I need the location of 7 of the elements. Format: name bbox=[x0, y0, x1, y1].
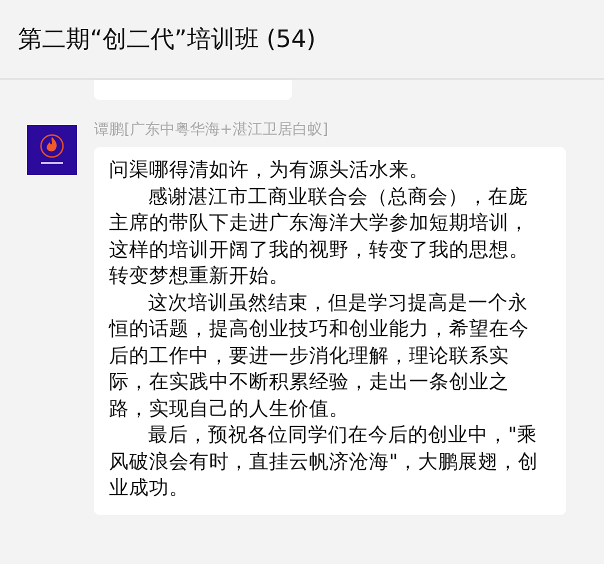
sender-name: 谭鹏[广东中粤华海+湛江卫居白蚁] bbox=[94, 120, 330, 139]
message-text: 感谢湛江市工商业联合会（总商会），在庞主席的带队下走进广东海洋大学参加短期培训，这样的培训开阔了我的视野，转变了我的思想。转变梦想重新开始。 bbox=[109, 184, 530, 289]
message-text: 最后，预祝各位同学们在今后的创业中，"乘风破浪会有时，直挂云帆济沧海"，大鹏展翅，创业成功。 bbox=[109, 422, 539, 501]
message-text: 问渠哪得清如许，为有源头活水来。 bbox=[109, 157, 430, 183]
chat-title: 第二期“创二代”培训班 (54) bbox=[18, 24, 316, 55]
message-text: 这次培训虽然结束，但是学习提高是一个永恒的话题，提高创业技巧和创业能力，希望在今后的工作中，要进一步消化理解，理论联系实际，在实践中不断积累经验，走出一条创业之路，实现自己的人生价值。 bbox=[109, 290, 530, 422]
flame-avatar-icon bbox=[27, 125, 77, 175]
